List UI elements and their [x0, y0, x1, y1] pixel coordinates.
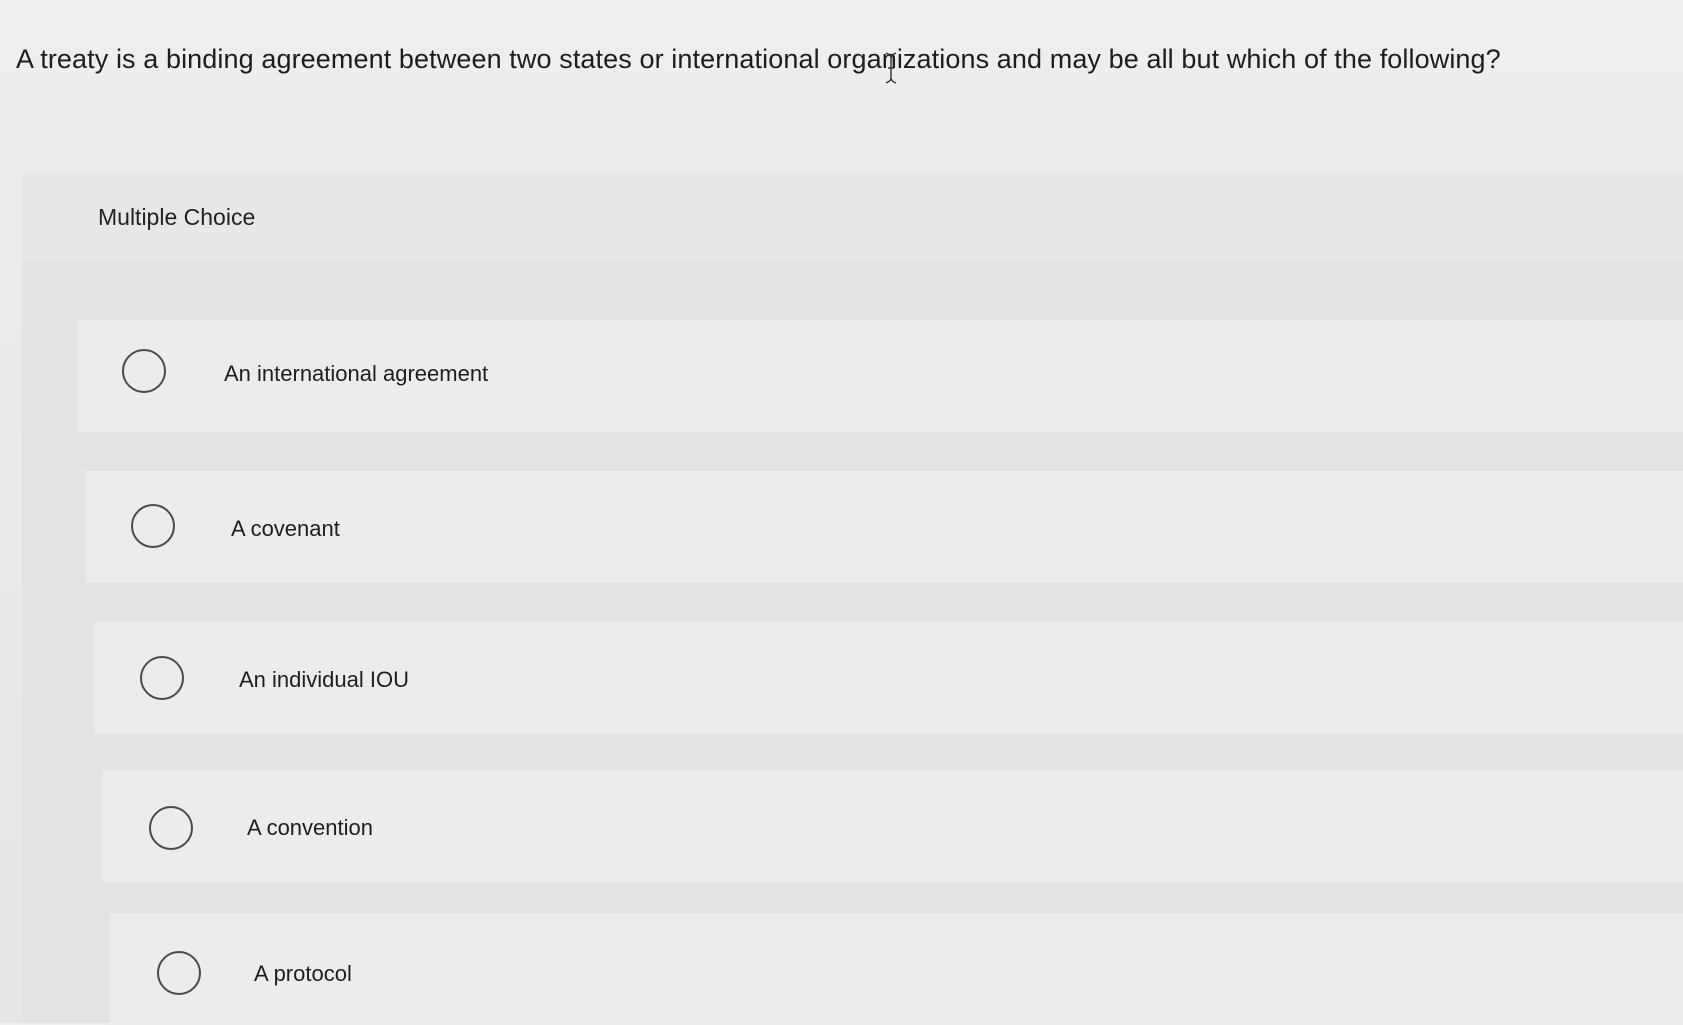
radio-button[interactable]	[131, 504, 175, 548]
question-text: A treaty is a binding agreement between …	[16, 44, 1501, 74]
option-convention[interactable]: A convention	[102, 770, 1683, 882]
radio-button[interactable]	[149, 806, 193, 850]
option-label: A protocol	[254, 961, 352, 986]
option-label: A convention	[247, 815, 373, 840]
radio-button[interactable]	[140, 656, 184, 700]
option-individual-iou[interactable]: An individual IOU	[94, 622, 1683, 734]
panel-header: Multiple Choice	[22, 173, 1683, 263]
option-label: An individual IOU	[239, 667, 409, 692]
multiple-choice-label: Multiple Choice	[98, 204, 256, 230]
text-cursor-icon	[885, 52, 897, 84]
radio-button[interactable]	[122, 349, 166, 393]
radio-button[interactable]	[157, 951, 201, 995]
option-protocol[interactable]: A protocol	[110, 913, 1683, 1025]
option-label: A covenant	[231, 516, 340, 541]
option-international-agreement[interactable]: An international agreement	[78, 320, 1683, 432]
multiple-choice-panel: Multiple Choice An international agreeme…	[22, 173, 1683, 1025]
option-label: An international agreement	[224, 361, 489, 386]
option-covenant[interactable]: A covenant	[86, 471, 1683, 583]
